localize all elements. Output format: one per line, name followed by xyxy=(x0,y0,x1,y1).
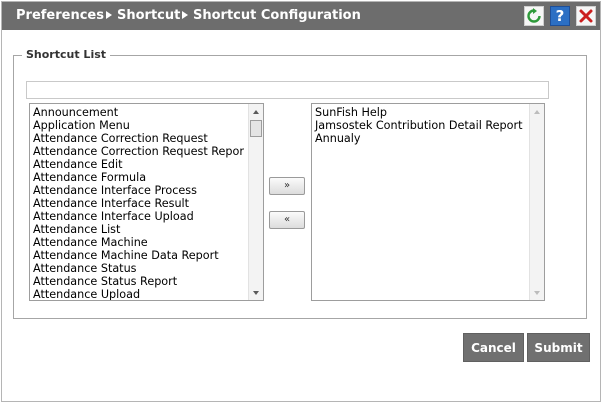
list-item[interactable]: Attendance Machine xyxy=(30,236,248,249)
list-item[interactable]: Annualy xyxy=(312,132,529,145)
submit-button[interactable]: Submit xyxy=(527,333,590,362)
scroll-up-icon[interactable] xyxy=(253,110,259,114)
breadcrumb-separator-icon xyxy=(106,11,112,19)
search-input[interactable] xyxy=(26,81,549,99)
breadcrumb-shortcut[interactable]: Shortcut xyxy=(117,8,180,24)
scroll-thumb[interactable] xyxy=(250,120,262,137)
title-bar: Preferences Shortcut Shortcut Configurat… xyxy=(2,2,600,30)
list-item[interactable]: Attendance Interface Result xyxy=(30,197,248,210)
help-button[interactable]: ? xyxy=(550,6,570,26)
list-item[interactable]: Attendance Correction Request Repor xyxy=(30,145,248,158)
list-item[interactable]: Attendance Status Report xyxy=(30,275,248,288)
close-icon xyxy=(579,9,593,23)
breadcrumb-separator-icon xyxy=(182,11,188,19)
list-item[interactable]: Jamsostek Contribution Detail Report xyxy=(312,119,529,132)
remove-shortcut-button[interactable]: « xyxy=(269,211,305,229)
available-shortcuts-list[interactable]: Announcement Application Menu Attendance C… xyxy=(29,103,264,301)
list-item[interactable]: Announcement xyxy=(30,106,248,119)
scroll-up-icon[interactable] xyxy=(534,110,540,114)
selected-shortcuts-list[interactable]: SunFish Help Jamsostek Contribution Detai… xyxy=(311,103,545,301)
list-item[interactable]: Attendance Interface Process xyxy=(30,184,248,197)
cancel-button[interactable]: Cancel xyxy=(463,333,524,362)
list-item[interactable]: SunFish Help xyxy=(312,106,529,119)
available-shortcuts-items: Announcement Application Menu Attendance C… xyxy=(30,104,248,300)
breadcrumb-shortcut-configuration: Shortcut Configuration xyxy=(193,8,361,23)
list-item[interactable]: Attendance Interface Upload xyxy=(30,210,248,223)
list-item[interactable]: Attendance List xyxy=(30,223,248,236)
list-item[interactable]: Attendance Status xyxy=(30,262,248,275)
refresh-button[interactable] xyxy=(524,6,544,26)
refresh-icon xyxy=(527,8,541,23)
close-button[interactable] xyxy=(576,6,596,26)
list-item[interactable]: Attendance Formula xyxy=(30,171,248,184)
list-item[interactable]: Attendance Edit xyxy=(30,158,248,171)
add-shortcut-button[interactable]: » xyxy=(269,177,305,195)
list-item[interactable]: Application Menu xyxy=(30,119,248,132)
scroll-down-icon[interactable] xyxy=(253,291,259,295)
shortcut-list-legend: Shortcut List xyxy=(22,47,111,63)
available-list-scrollbar[interactable] xyxy=(248,104,263,300)
breadcrumb-preferences[interactable]: Preferences xyxy=(16,8,104,24)
selected-list-scrollbar[interactable] xyxy=(529,104,544,300)
help-icon: ? xyxy=(555,7,565,25)
list-item[interactable]: Attendance Upload xyxy=(30,288,248,300)
list-item[interactable]: Attendance Correction Request xyxy=(30,132,248,145)
list-item[interactable]: Attendance Machine Data Report xyxy=(30,249,248,262)
scroll-down-icon[interactable] xyxy=(534,291,540,295)
selected-shortcuts-items: SunFish Help Jamsostek Contribution Detai… xyxy=(312,104,529,300)
